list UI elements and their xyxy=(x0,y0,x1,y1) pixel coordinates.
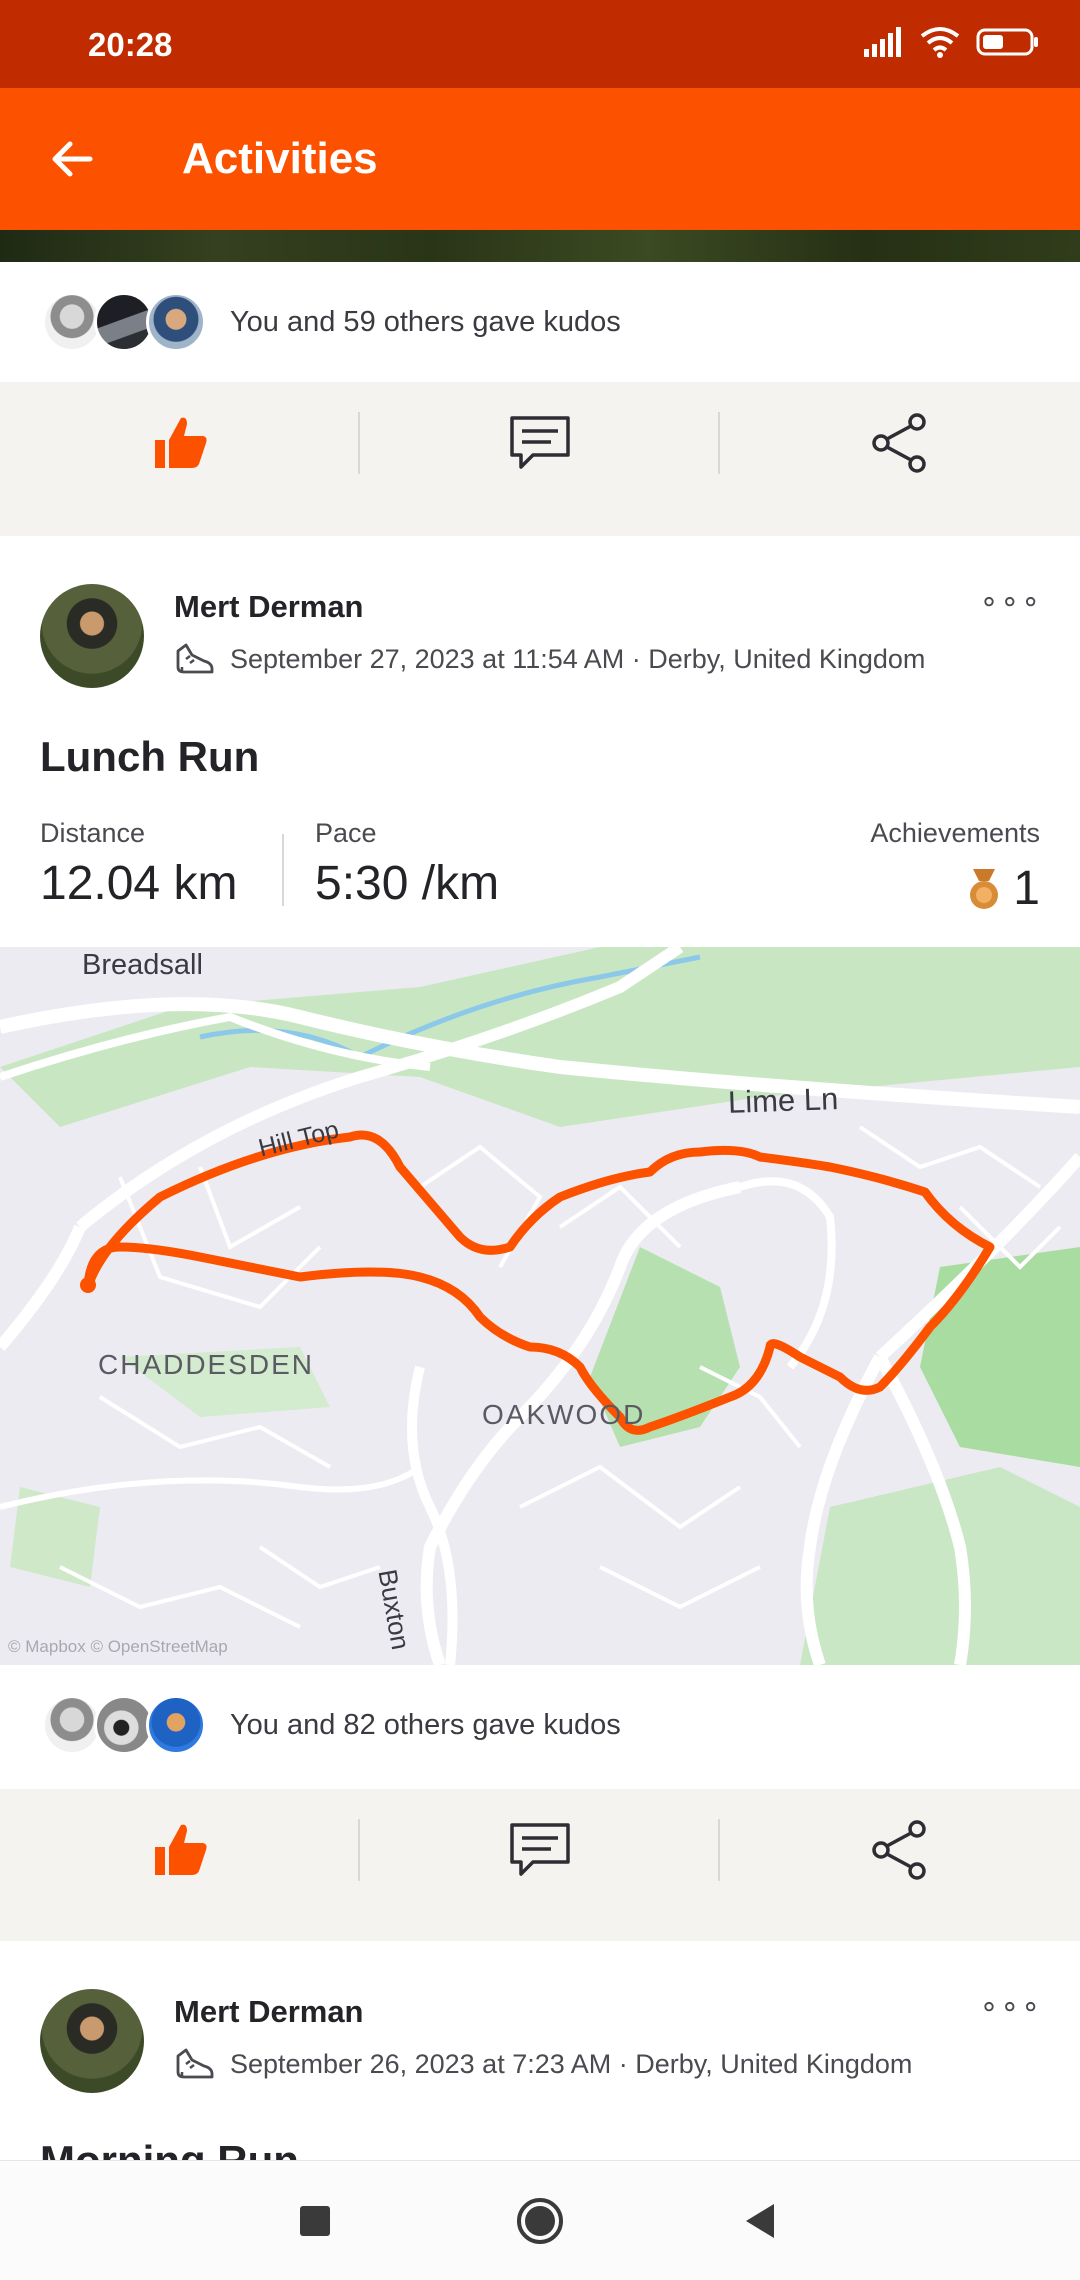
kudos-row[interactable]: You and 82 others gave kudos xyxy=(0,1665,1080,1789)
activity-title[interactable]: Lunch Run xyxy=(40,733,259,781)
map-label-lime-ln: Lime Ln xyxy=(727,1081,839,1120)
comment-button[interactable] xyxy=(360,1789,719,1911)
athlete-name[interactable]: Mert Derman xyxy=(174,589,364,625)
avatar xyxy=(42,1695,102,1755)
system-nav-bar xyxy=(0,2160,1080,2280)
activity-datetime-location: September 27, 2023 at 11:54 AM · Derby, … xyxy=(230,643,926,674)
shoe-icon xyxy=(176,2048,214,2079)
park-area xyxy=(920,1247,1080,1467)
page-title: Activities xyxy=(182,134,378,183)
action-bar xyxy=(0,382,1080,504)
more-dots-icon[interactable]: ∘∘∘ xyxy=(980,584,1042,619)
kudos-thumb-icon xyxy=(154,1824,207,1875)
achievements-value: 1 xyxy=(1013,862,1040,915)
back-button[interactable] xyxy=(730,2191,790,2251)
battery-icon xyxy=(976,28,1038,56)
status-time: 20:28 xyxy=(88,26,173,63)
wifi-icon xyxy=(920,27,960,58)
athlete-name[interactable]: Mert Derman xyxy=(174,1994,364,2030)
activity-card[interactable]: Mert Derman September 27, 2023 at 11:54 … xyxy=(0,536,1080,947)
status-icons xyxy=(864,26,1040,58)
recents-button[interactable] xyxy=(285,2191,345,2251)
back-arrow-icon[interactable] xyxy=(44,130,102,188)
kudos-thumb-icon xyxy=(154,417,207,468)
share-button[interactable] xyxy=(720,1789,1079,1911)
comment-button[interactable] xyxy=(360,382,719,504)
share-icon xyxy=(871,1820,926,1880)
kudos-avatars xyxy=(42,292,212,352)
map-label-oakwood: OAKWOOD xyxy=(482,1399,646,1430)
previous-activity-photo[interactable] xyxy=(0,230,1080,262)
share-button[interactable] xyxy=(720,382,1079,504)
app-bar: Activities xyxy=(0,88,1080,230)
back-triangle-icon xyxy=(746,2204,774,2238)
map-canvas xyxy=(0,947,1080,1665)
comment-icon xyxy=(509,1823,570,1876)
road xyxy=(0,1224,86,1351)
kudos-avatars xyxy=(42,1695,212,1755)
shoe-icon xyxy=(176,643,214,674)
home-icon xyxy=(517,2198,563,2244)
achievements-label: Achievements xyxy=(870,818,1040,848)
kudos-text[interactable]: You and 59 others gave kudos xyxy=(230,306,621,339)
route-start-marker xyxy=(80,1277,96,1293)
action-bar xyxy=(0,1789,1080,1911)
pace-label: Pace xyxy=(315,818,377,848)
route-map[interactable]: Breadsall Lime Ln Hill Top CHADDESDEN OA… xyxy=(0,947,1080,1665)
recents-icon xyxy=(300,2206,330,2236)
status-bar: 20:28 xyxy=(0,0,1080,88)
medal-icon xyxy=(970,868,999,909)
kudos-button[interactable] xyxy=(0,1789,359,1911)
activity-datetime-location: September 26, 2023 at 7:23 AM · Derby, U… xyxy=(230,2048,913,2079)
avatar xyxy=(42,292,102,352)
activity-meta: September 26, 2023 at 7:23 AM · Derby, U… xyxy=(174,2046,912,2082)
avatar xyxy=(94,1695,154,1755)
more-dots-icon[interactable]: ∘∘∘ xyxy=(980,1989,1042,2024)
share-icon xyxy=(871,413,926,473)
map-label-breadsall: Breadsall xyxy=(82,949,203,981)
kudos-button[interactable] xyxy=(0,382,359,504)
activity-meta: September 27, 2023 at 11:54 AM · Derby, … xyxy=(174,641,925,677)
achievements-value-group: 1 xyxy=(967,861,1040,916)
activity-card[interactable]: Mert Derman September 26, 2023 at 7:23 A… xyxy=(0,1941,1080,2160)
comment-icon xyxy=(509,416,570,469)
athlete-avatar[interactable] xyxy=(40,584,144,688)
stat-divider xyxy=(282,834,284,906)
signal-icon xyxy=(864,27,901,57)
home-button[interactable] xyxy=(510,2191,570,2251)
activity-title[interactable]: Morning Run xyxy=(40,2137,299,2160)
avatar xyxy=(146,1695,206,1755)
map-attribution[interactable]: © Mapbox © OpenStreetMap xyxy=(8,1637,228,1657)
avatar xyxy=(94,292,154,352)
map-label-chaddesden: CHADDESDEN xyxy=(98,1349,315,1380)
kudos-row[interactable]: You and 59 others gave kudos xyxy=(0,262,1080,382)
pace-value: 5:30 /km xyxy=(315,857,500,910)
avatar xyxy=(146,292,206,352)
distance-label: Distance xyxy=(40,818,146,848)
road xyxy=(738,1177,836,1370)
kudos-text[interactable]: You and 82 others gave kudos xyxy=(230,1709,621,1742)
athlete-avatar[interactable] xyxy=(40,1989,144,2093)
distance-value: 12.04 km xyxy=(40,857,238,910)
